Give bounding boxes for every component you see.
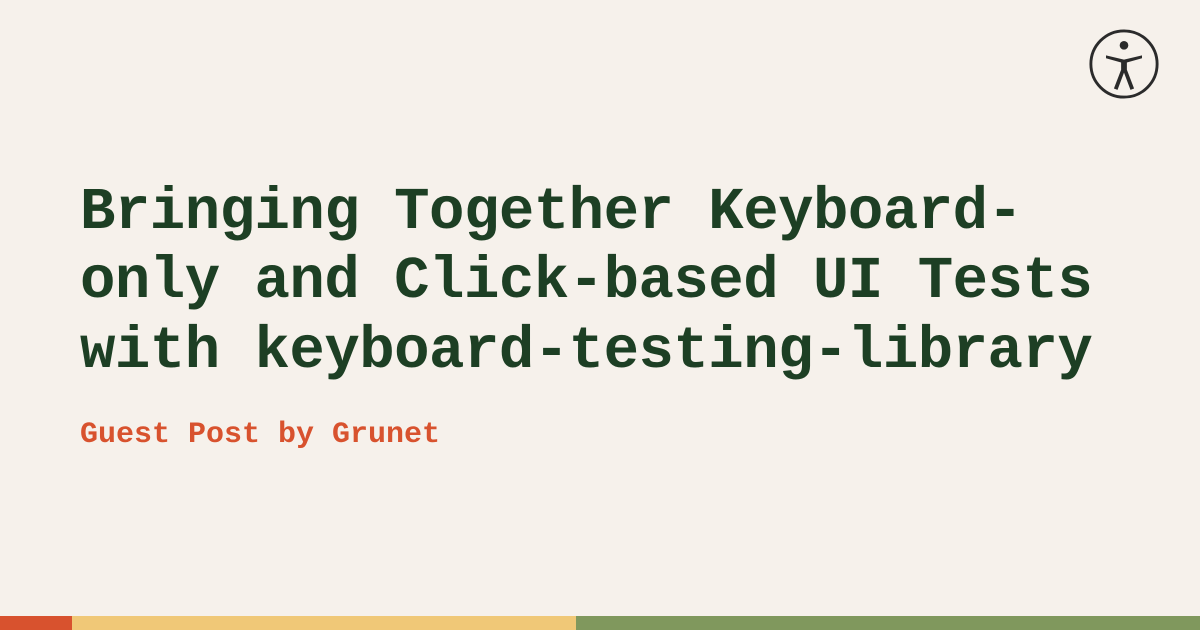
stripe-segment-3 <box>576 616 1200 630</box>
stripe-segment-2 <box>72 616 576 630</box>
stripe-segment-1 <box>0 616 72 630</box>
footer-stripe <box>0 616 1200 630</box>
page-title: Bringing Together Keyboard-only and Clic… <box>80 178 1120 387</box>
accessibility-icon-wrapper <box>1088 28 1160 105</box>
page-subtitle: Guest Post by Grunet <box>80 418 1120 452</box>
content-container: Bringing Together Keyboard-only and Clic… <box>0 0 1200 630</box>
accessibility-icon <box>1088 87 1160 104</box>
